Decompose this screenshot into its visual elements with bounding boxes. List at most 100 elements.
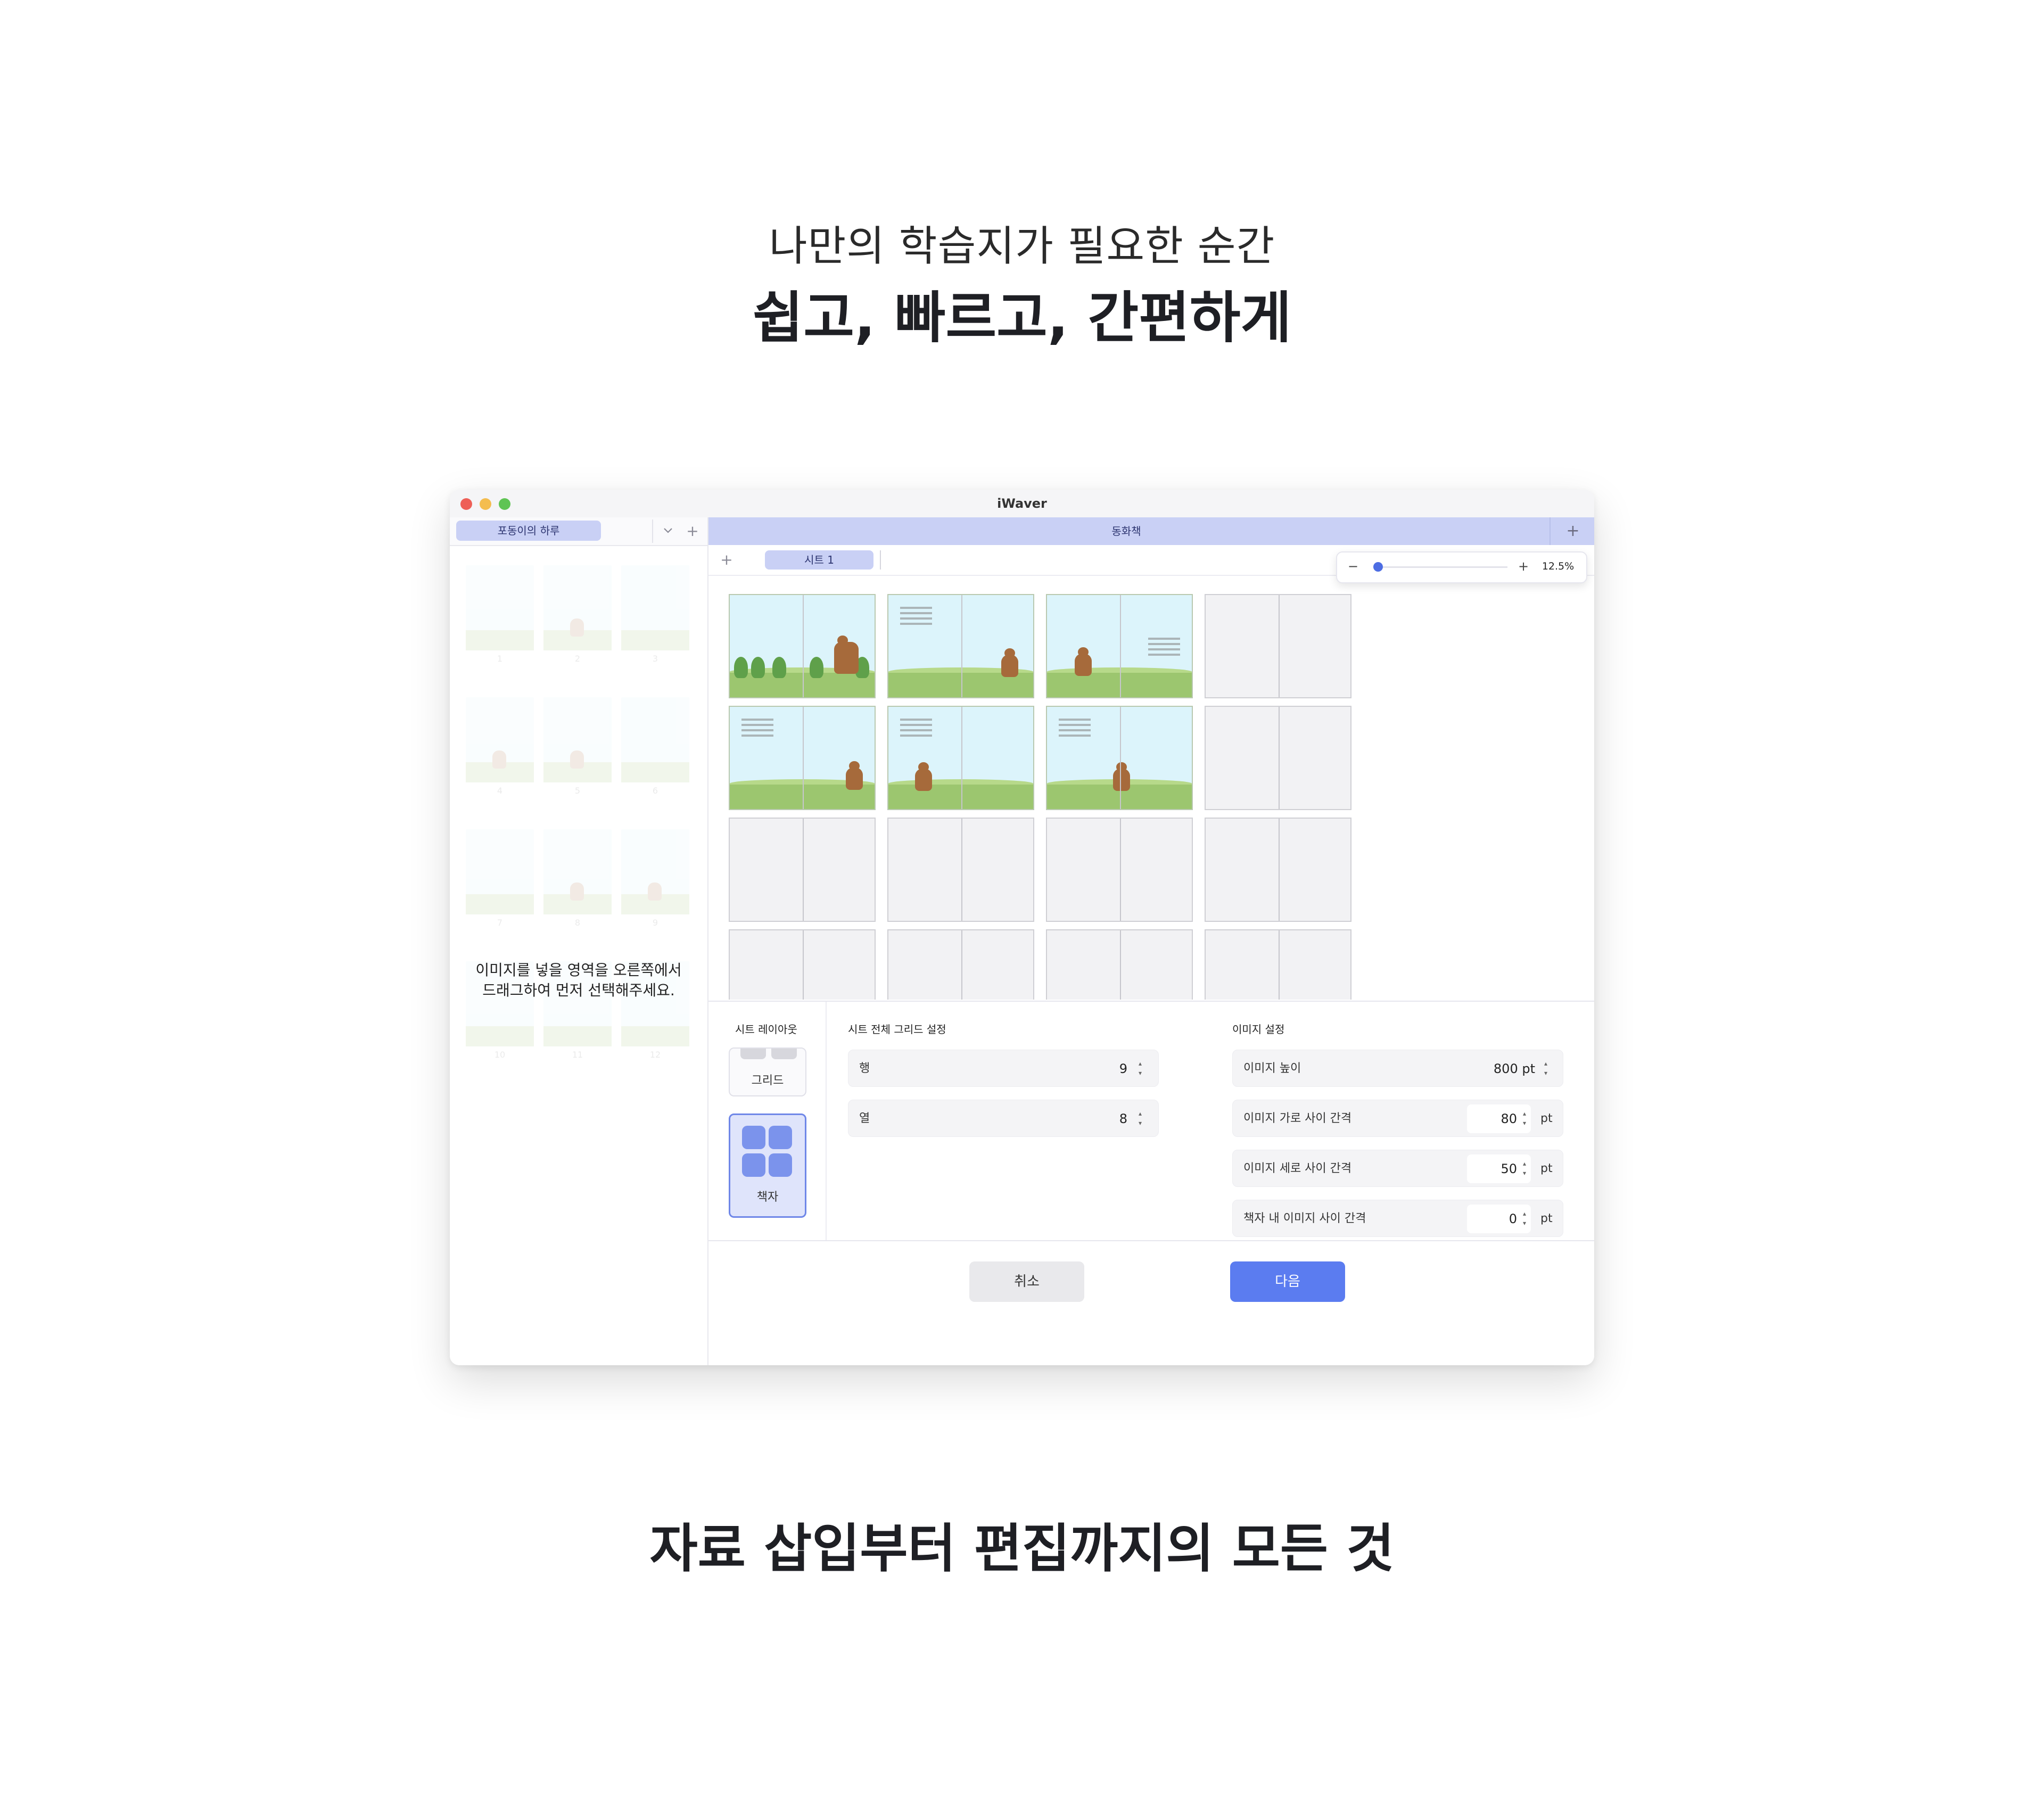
title-bar: iWaver xyxy=(450,490,1594,517)
book-spread[interactable] xyxy=(729,594,876,698)
app-window: iWaver 포동이의 하루 + 1 2 3 4 5 6 7 8 9 10 11… xyxy=(450,490,1594,1365)
dialog-footer: 취소 다음 xyxy=(708,1240,1594,1365)
image-settings-label: 이미지 설정 xyxy=(1232,1023,1285,1036)
stepper-icon[interactable]: ▴ ▾ xyxy=(1520,1159,1529,1179)
document-tab-bar: 포동이의 하루 + xyxy=(450,517,707,546)
thumbnail[interactable] xyxy=(543,697,612,782)
add-document-icon[interactable]: + xyxy=(681,519,704,543)
unit-label: pt xyxy=(1540,1162,1553,1175)
rows-value[interactable]: 9 xyxy=(1083,1050,1127,1087)
hero-title: 쉽고, 빠르고, 간편하게 xyxy=(752,285,1292,350)
image-height-field[interactable]: 이미지 높이 800 pt ▴ ▾ xyxy=(1232,1050,1563,1087)
thumbnail[interactable] xyxy=(621,565,689,650)
window-title: iWaver xyxy=(997,496,1047,511)
thumbnail-number: 3 xyxy=(652,654,658,664)
cols-field[interactable]: 열 8 ▴ ▾ xyxy=(848,1100,1159,1137)
thumbnail[interactable] xyxy=(543,829,612,914)
image-vgap-field[interactable]: 이미지 세로 사이 간격 50 ▴ ▾ pt xyxy=(1232,1150,1563,1187)
zoom-out-icon[interactable]: − xyxy=(1347,552,1359,580)
empty-spread[interactable] xyxy=(729,818,876,922)
thumbnail[interactable] xyxy=(466,829,534,914)
book-spread[interactable] xyxy=(887,594,1034,698)
document-tab[interactable]: 포동이의 하루 xyxy=(456,521,601,541)
add-sheet-icon[interactable]: + xyxy=(1550,517,1594,545)
cols-label: 열 xyxy=(859,1112,870,1125)
sheet-layout-section: 시트 레이아웃 그리드 책자 xyxy=(708,1002,827,1241)
empty-selection-hint: 이미지를 넣을 영역을 오른쪽에서 드래그하여 먼저 선택해주세요. xyxy=(460,960,697,1001)
book-spread[interactable] xyxy=(887,706,1034,810)
thumbnail[interactable] xyxy=(466,565,534,650)
book-spread[interactable] xyxy=(729,706,876,810)
hint-line: 이미지를 넣을 영역을 오른쪽에서 xyxy=(475,961,682,979)
next-button[interactable]: 다음 xyxy=(1230,1261,1345,1302)
book-image-gap-label: 책자 내 이미지 사이 간격 xyxy=(1243,1212,1366,1225)
image-hgap-label: 이미지 가로 사이 간격 xyxy=(1243,1112,1352,1125)
thumbnail[interactable] xyxy=(543,565,612,650)
book-image-gap-value[interactable]: 0 xyxy=(1467,1200,1517,1238)
unit-label: pt xyxy=(1540,1212,1553,1225)
thumbnail[interactable] xyxy=(621,697,689,782)
zoom-track[interactable] xyxy=(1374,566,1507,568)
empty-spread[interactable] xyxy=(887,929,1034,1000)
stepper-icon[interactable]: ▴ ▾ xyxy=(1136,1059,1144,1079)
thumbnail-number: 10 xyxy=(494,1050,506,1060)
zoom-handle[interactable] xyxy=(1373,562,1383,572)
image-hgap-field[interactable]: 이미지 가로 사이 간격 80 ▴ ▾ pt xyxy=(1232,1100,1563,1137)
stepper-icon[interactable]: ▴ ▾ xyxy=(1136,1109,1144,1129)
stepper-icon[interactable]: ▴ ▾ xyxy=(1520,1209,1529,1229)
empty-spread[interactable] xyxy=(1046,929,1193,1000)
layout-option-grid[interactable]: 그리드 xyxy=(729,1047,806,1096)
cancel-button[interactable]: 취소 xyxy=(969,1261,1084,1302)
image-vgap-value[interactable]: 50 xyxy=(1467,1150,1517,1187)
grid-settings-label: 시트 전체 그리드 설정 xyxy=(848,1023,946,1036)
rows-field[interactable]: 행 9 ▴ ▾ xyxy=(848,1050,1159,1087)
image-hgap-value[interactable]: 80 xyxy=(1467,1100,1517,1137)
layout-option-label: 책자 xyxy=(756,1191,779,1204)
empty-spread[interactable] xyxy=(1205,706,1351,810)
book-spread[interactable] xyxy=(1046,706,1193,810)
hint-line: 드래그하여 먼저 선택해주세요. xyxy=(482,981,675,999)
cols-value[interactable]: 8 xyxy=(1083,1100,1127,1137)
thumbnail-number: 6 xyxy=(652,786,658,796)
sheet-title[interactable]: 동화책 xyxy=(708,517,1544,545)
tab-divider xyxy=(652,519,653,543)
left-panel: 포동이의 하루 + 1 2 3 4 5 6 7 8 9 10 11 12 이미지… xyxy=(450,517,708,1365)
thumbnail-number: 4 xyxy=(497,786,503,796)
image-settings-section: 이미지 설정 이미지 높이 800 pt ▴ ▾ 이미지 가로 사이 간격 80 … xyxy=(1232,1002,1594,1241)
image-height-label: 이미지 높이 xyxy=(1243,1062,1301,1075)
rows-label: 행 xyxy=(859,1062,870,1075)
thumbnail-number: 8 xyxy=(574,918,581,928)
tab-sheet-1[interactable]: 시트 1 xyxy=(765,550,873,570)
thumbnail-number: 12 xyxy=(649,1050,661,1060)
book-spread[interactable] xyxy=(1046,594,1193,698)
empty-spread[interactable] xyxy=(1046,818,1193,922)
settings-panel: 시트 레이아웃 그리드 책자 시트 전체 그리드 설정 행 9 ▴ ▾ 열 8 … xyxy=(708,1001,1594,1241)
empty-spread[interactable] xyxy=(1205,594,1351,698)
stepper-icon[interactable]: ▴ ▾ xyxy=(1542,1059,1550,1079)
thumbnail-number: 1 xyxy=(497,654,503,664)
sheet-header: 동화책 + xyxy=(708,517,1594,545)
empty-spread[interactable] xyxy=(1205,818,1351,922)
empty-spread[interactable] xyxy=(887,818,1034,922)
stepper-icon[interactable]: ▴ ▾ xyxy=(1520,1109,1529,1129)
thumbnail-number: 11 xyxy=(572,1050,583,1060)
image-height-value[interactable]: 800 pt xyxy=(1446,1050,1535,1087)
add-tab-icon[interactable]: + xyxy=(716,549,737,571)
book-image-gap-field[interactable]: 책자 내 이미지 사이 간격 0 ▴ ▾ pt xyxy=(1232,1200,1563,1237)
empty-spread[interactable] xyxy=(729,929,876,1000)
thumbnail-number: 9 xyxy=(652,918,658,928)
thumbnail[interactable] xyxy=(466,697,534,782)
sheet-layout-label: 시트 레이아웃 xyxy=(735,1023,797,1036)
image-vgap-label: 이미지 세로 사이 간격 xyxy=(1243,1162,1352,1175)
tab-divider xyxy=(880,550,881,570)
hero-subtitle: 나만의 학습지가 필요한 순간 xyxy=(769,222,1275,270)
footer-title: 자료 삽입부터 편집까지의 모든 것 xyxy=(649,1519,1395,1579)
sheet-canvas[interactable] xyxy=(708,576,1594,1000)
chevron-down-icon[interactable] xyxy=(656,519,680,543)
layout-option-book[interactable]: 책자 xyxy=(729,1113,806,1218)
empty-spread[interactable] xyxy=(1205,929,1351,1000)
zoom-in-icon[interactable]: + xyxy=(1517,552,1530,580)
zoom-value: 12.5% xyxy=(1542,560,1575,572)
thumbnail-number: 5 xyxy=(574,786,581,796)
thumbnail[interactable] xyxy=(621,829,689,914)
